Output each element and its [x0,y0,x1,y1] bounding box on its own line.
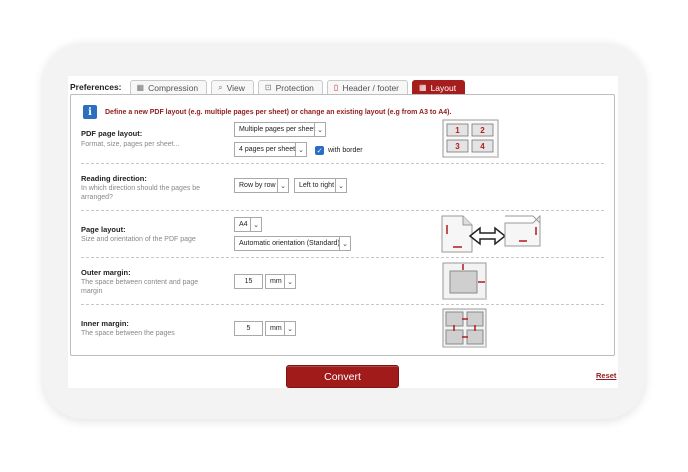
reading-direction-value: Left to right [299,182,335,189]
preview-number: 4 [480,142,485,151]
preview-number: 1 [455,126,460,135]
page-layout-row: Page layout: Size and orientation of the… [71,211,614,258]
inner-margin-preview-icon [442,308,487,348]
layout-panel: i Define a new PDF layout (e.g. multiple… [70,94,615,356]
chevron-down-icon: ⌄ [339,237,350,250]
pdf-page-layout-description: Format, size, pages per sheet... [81,141,180,148]
tab-label: Protection [275,82,314,93]
pages-per-sheet-value: 4 pages per sheet [239,146,296,153]
inner-margin-unit-select[interactable]: mm ⌄ [265,321,296,336]
orientation-value: Automatic orientation (Standard) [239,240,340,247]
inner-margin-description: The space between the pages [81,330,175,337]
tab-label: View [226,82,245,93]
pdf-page-layout-title: PDF page layout: [81,129,143,138]
tab-compression[interactable]: ▦ Compression [129,79,208,95]
chevron-down-icon: ⌄ [277,179,288,192]
info-message: i Define a new PDF layout (e.g. multiple… [83,105,451,119]
compression-icon: ▦ [136,83,145,92]
orientation-select[interactable]: Automatic orientation (Standard) ⌄ [234,236,351,251]
info-text: Define a new PDF layout (e.g. multiple p… [105,108,452,116]
outer-margin-description: The space between content and page margi… [81,279,199,295]
chevron-down-icon: ⌄ [284,322,295,335]
preferences-tabs: Preferences: ▦ Compression ⌕ View ⊡ Prot… [70,79,469,95]
layout-mode-select[interactable]: Multiple pages per sheet ⌄ [234,122,326,137]
tab-label: Layout [430,82,457,93]
reading-direction-title: Reading direction: [81,174,147,183]
page-layout-title: Page layout: [81,225,126,234]
with-border-checkbox[interactable]: ✓ with border [315,146,363,155]
reading-direction-select[interactable]: Left to right ⌄ [294,178,347,193]
inner-margin-row: Inner margin: The space between the page… [71,305,614,355]
orientation-preview-icon [441,215,541,253]
preview-number: 3 [455,142,460,151]
outer-margin-unit-value: mm [270,278,282,285]
convert-button[interactable]: Convert [286,365,399,388]
outer-margin-row: Outer margin: The space between content … [71,258,614,305]
page-size-value: A4 [239,221,248,228]
chevron-down-icon: ⌄ [250,218,261,231]
reading-order-value: Row by row [239,182,276,189]
page-layout-description: Size and orientation of the PDF page [81,236,196,243]
chevron-down-icon: ⌄ [335,179,346,192]
reading-direction-row: Reading direction: In which direction sh… [71,164,614,211]
tab-header-footer[interactable]: ▯ Header / footer [326,79,409,95]
preferences-label: Preferences: [70,82,122,92]
tab-label: Header / footer [342,82,400,93]
chevron-down-icon: ⌄ [314,123,325,136]
reset-link[interactable]: Reset [596,371,616,380]
info-icon: i [83,105,97,119]
chevron-down-icon: ⌄ [284,275,295,288]
inner-margin-title: Inner margin: [81,319,129,328]
view-icon: ⌕ [218,82,223,92]
pdf-page-layout-row: PDF page layout: Format, size, pages per… [71,119,614,164]
reading-order-select[interactable]: Row by row ⌄ [234,178,289,193]
reading-direction-description: In which direction should the pages be a… [81,185,201,201]
lock-icon: ⊡ [264,83,272,92]
inner-margin-input[interactable]: 5 [234,321,263,336]
outer-margin-input[interactable]: 15 [234,274,263,289]
inner-margin-unit-value: mm [270,325,282,332]
tab-label: Compression [148,82,199,93]
pages-per-sheet-select[interactable]: 4 pages per sheet ⌄ [234,142,307,157]
pages-per-sheet-preview-icon: 1 2 3 4 [442,119,499,158]
layout-mode-value: Multiple pages per sheet [239,126,316,133]
grid-icon: ▦ [419,83,427,92]
chevron-down-icon: ⌄ [295,143,306,156]
page-size-select[interactable]: A4 ⌄ [234,217,262,232]
outer-margin-title: Outer margin: [81,268,131,277]
tab-layout[interactable]: ▦ Layout [412,79,466,95]
checkmark-icon: ✓ [315,146,324,155]
outer-margin-preview-icon [442,262,487,300]
outer-margin-unit-select[interactable]: mm ⌄ [265,274,296,289]
document-icon: ▯ [333,83,339,92]
tab-view[interactable]: ⌕ View [211,79,254,95]
tab-protection[interactable]: ⊡ Protection [257,79,323,95]
preview-number: 2 [480,126,485,135]
with-border-label: with border [328,147,363,154]
